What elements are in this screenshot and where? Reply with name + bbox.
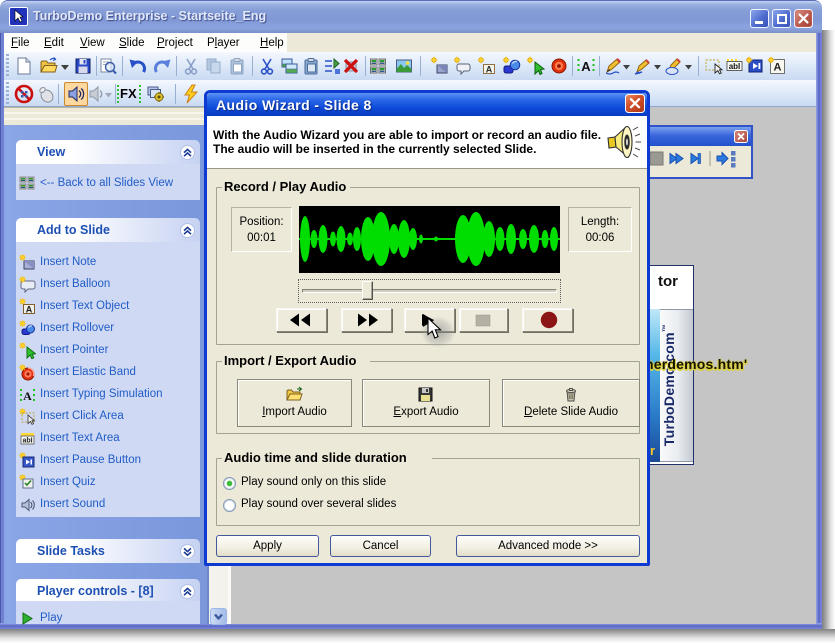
svg-text:abI: abI — [22, 438, 32, 445]
svg-text:A: A — [23, 389, 32, 403]
svg-text:abI: abI — [729, 62, 741, 71]
svg-text:A: A — [26, 305, 33, 315]
svg-text:A: A — [581, 59, 591, 74]
svg-text:A: A — [486, 65, 493, 75]
svg-text:A: A — [774, 62, 782, 74]
